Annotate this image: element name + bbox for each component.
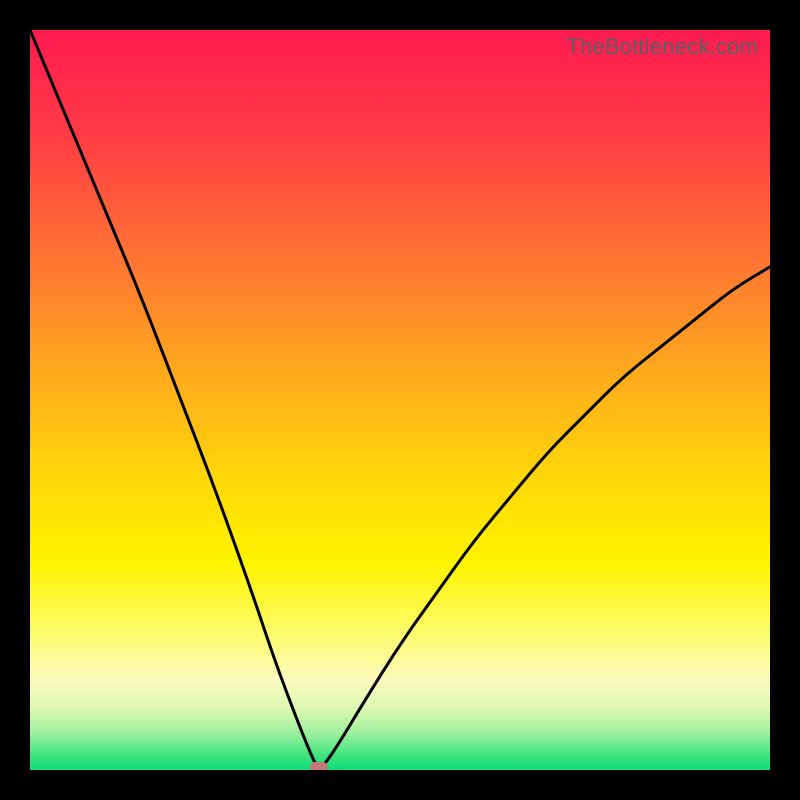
optimum-marker [310, 762, 328, 770]
chart-frame: TheBottleneck.com [0, 0, 800, 800]
background-gradient [30, 30, 770, 770]
watermark-text: TheBottleneck.com [566, 34, 758, 60]
plot-area: TheBottleneck.com [30, 30, 770, 770]
